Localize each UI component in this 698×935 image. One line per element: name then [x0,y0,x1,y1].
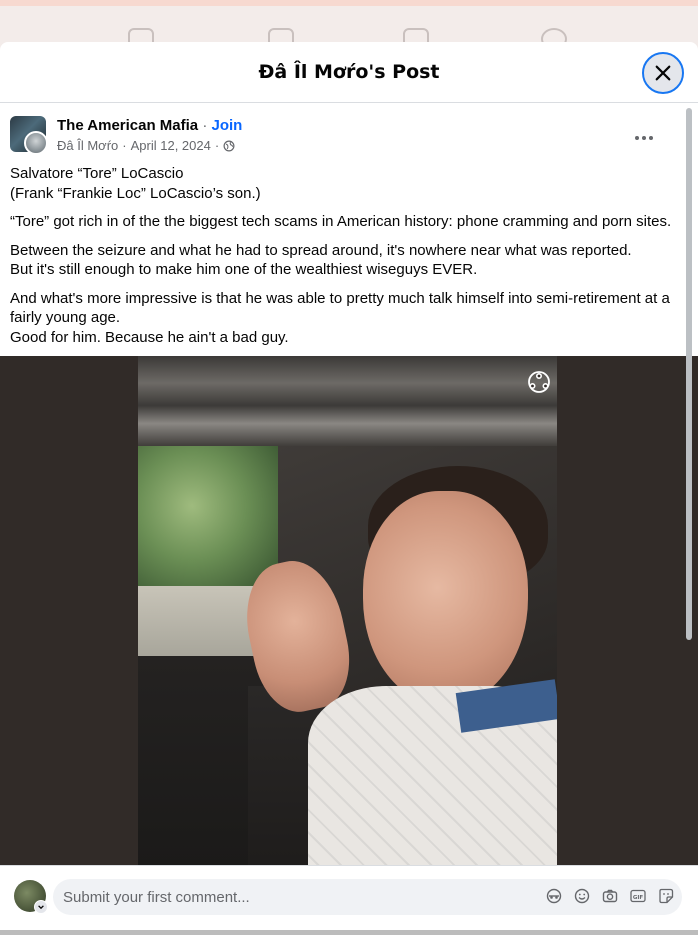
comment-tools: GIF [546,888,674,904]
post-scroll-area[interactable]: The American Mafia · Join Đâ Îl Mơŕo · A… [0,104,698,865]
group-name-link[interactable]: The American Mafia [57,117,198,134]
post-date-link[interactable]: April 12, 2024 [131,138,211,153]
modal-title: Đâ Îl Mơŕo's Post [258,61,440,83]
post-photo[interactable] [138,356,557,865]
post-header: The American Mafia · Join Đâ Îl Mơŕo · A… [10,115,670,157]
avatar-sticker-icon[interactable] [546,888,562,904]
avatar-overlay-icon[interactable] [527,370,551,394]
more-options-button[interactable] [630,129,658,147]
post-meta: Đâ Îl Mơŕo · April 12, 2024 · [57,138,235,153]
post-modal: Đâ Îl Mơŕo's Post The American Mafia · J… [0,42,698,930]
post-body: Salvatore “Tore” LoCascio (Frank “Franki… [10,164,682,356]
author-name-link[interactable]: Đâ Îl Mơŕo [57,138,118,153]
post-line: “Tore” got rich in of the the biggest te… [10,213,672,230]
post-paragraph: Salvatore “Tore” LoCascio (Frank “Franki… [10,164,682,203]
chevron-down-icon[interactable] [34,900,48,914]
camera-icon[interactable] [602,888,618,904]
close-icon [655,65,671,81]
close-button[interactable] [642,52,684,94]
post-paragraph: “Tore” got rich in of the the biggest te… [10,212,682,232]
author-avatar[interactable] [24,131,48,155]
post-paragraph: And what's more impressive is that he wa… [10,289,682,348]
separator-dot: · [202,117,208,134]
svg-text:GIF: GIF [633,895,644,901]
gif-icon[interactable]: GIF [630,888,646,904]
photo-face [363,491,528,706]
post-line: Salvatore “Tore” LoCascio [10,165,184,182]
post-line: And what's more impressive is that he wa… [10,289,670,327]
more-dot [642,136,646,140]
modal-header: Đâ Îl Mơŕo's Post [0,42,698,103]
globe-icon [223,140,235,151]
separator-dot: · [214,138,220,153]
scrollbar-thumb[interactable] [686,108,692,640]
separator-dot: · [122,138,127,153]
post-paragraph: Between the seizure and what he had to s… [10,241,682,280]
group-name-line: The American Mafia · Join [57,117,242,134]
more-dot [635,136,639,140]
photo-car-roof [138,356,557,446]
post-photo-container[interactable] [0,356,698,865]
emoji-icon[interactable] [574,888,590,904]
post-line: But it's still enough to make him one of… [10,261,478,278]
sticker-icon[interactable] [658,888,674,904]
post-line: Between the seizure and what he had to s… [10,241,632,259]
post-line: Good for him. Because he ain't a bad guy… [10,328,289,346]
more-dot [649,136,653,140]
post-line: (Frank “Frankie Loc” LoCascio’s son.) [10,184,261,202]
join-group-link[interactable]: Join [212,117,243,134]
comment-bar: GIF [0,865,698,930]
